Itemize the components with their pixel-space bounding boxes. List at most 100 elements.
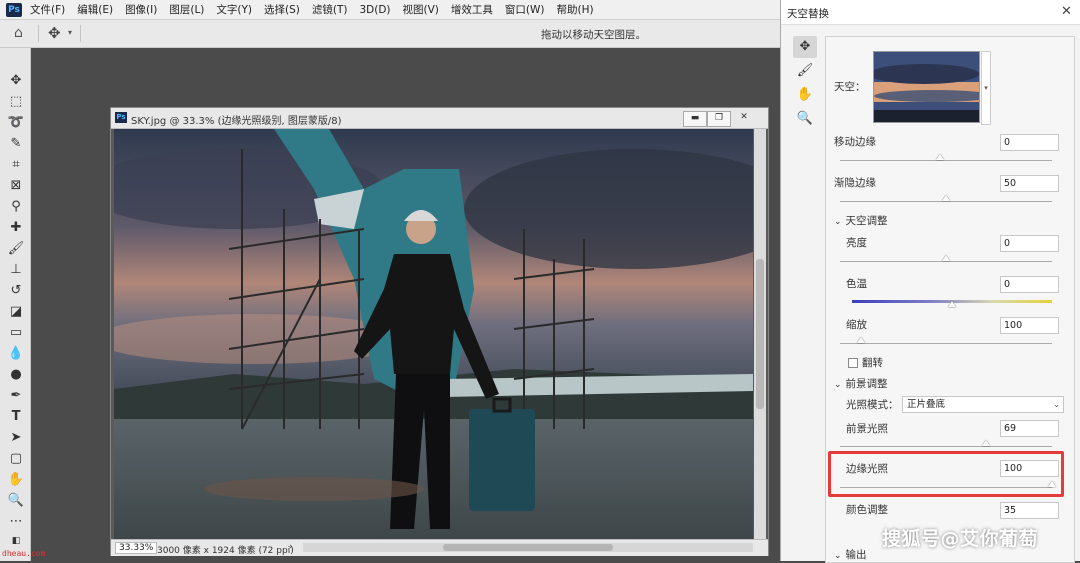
color-adjust-input[interactable]: 35 [1000, 502, 1059, 519]
pen-tool-icon[interactable]: ✒ [6, 387, 26, 405]
vertical-scrollbar[interactable] [754, 129, 766, 539]
foreground-lighting-input[interactable]: 69 [1000, 420, 1059, 437]
chevron-down-icon[interactable]: ⌄ [834, 217, 842, 227]
fade-edge-slider[interactable] [840, 195, 1052, 202]
zoom-tool-icon[interactable]: 🔍 [793, 108, 817, 130]
temperature-input[interactable]: 0 [1000, 276, 1059, 293]
slider-knob[interactable] [948, 301, 956, 307]
chevron-right-icon[interactable]: › [289, 542, 293, 552]
chevron-down-icon[interactable]: ⌄ [834, 551, 842, 561]
hand-tool-icon[interactable]: ✋ [6, 471, 26, 489]
section-label: 天空调整 [845, 215, 888, 227]
slider-knob[interactable] [942, 255, 950, 261]
eraser-tool-icon[interactable]: ◪ [6, 303, 26, 321]
slider-knob[interactable] [942, 195, 950, 201]
menu-window[interactable]: 窗口(W) [505, 2, 545, 17]
eyedropper-tool-icon[interactable]: ⚲ [6, 198, 26, 216]
healing-tool-icon[interactable]: ✚ [6, 219, 26, 237]
suitcase [469, 409, 535, 511]
marquee-tool-icon[interactable]: ⬚ [6, 93, 26, 111]
close-icon[interactable]: ✕ [1061, 4, 1072, 19]
scale-input[interactable]: 100 [1000, 317, 1059, 334]
leaves [204, 477, 424, 501]
document-title: SKY.jpg @ 33.3% (边缘光照级别, 图层蒙版/8) [131, 116, 342, 127]
crop-tool-icon[interactable]: ⌗ [6, 156, 26, 174]
close-button[interactable]: ✕ [733, 111, 755, 125]
shape-tool-icon[interactable]: ▢ [6, 450, 26, 468]
path-select-icon[interactable]: ➤ [6, 429, 26, 447]
slider-knob[interactable] [935, 154, 944, 160]
zoom-level-field[interactable]: 33.33% [115, 542, 158, 554]
brightness-slider[interactable] [840, 255, 1052, 262]
document-status-bar: 33.33% 3000 像素 x 1924 像素 (72 ppi) › [111, 539, 768, 556]
sky-brush-tool-icon[interactable]: 🖌 [793, 60, 817, 82]
sky-preset-thumbnail[interactable] [873, 51, 980, 123]
menu-type[interactable]: 文字(Y) [216, 2, 252, 17]
more-tools-icon[interactable]: ⋯ [6, 513, 26, 531]
color-swatches-icon[interactable]: ◧ [6, 532, 26, 550]
shift-edge-input[interactable]: 0 [1000, 134, 1059, 151]
document-title-bar[interactable]: Ps SKY.jpg @ 33.3% (边缘光照级别, 图层蒙版/8) ▬ ❐ … [111, 108, 768, 129]
menu-view[interactable]: 视图(V) [403, 2, 439, 17]
chevron-down-icon[interactable]: ⌄ [834, 380, 842, 390]
menu-select[interactable]: 选择(S) [264, 2, 300, 17]
shift-edge-slider[interactable] [840, 154, 1052, 161]
zoom-tool-icon[interactable]: 🔍 [6, 492, 26, 510]
scale-slider[interactable] [840, 337, 1052, 344]
menu-filter[interactable]: 滤镜(T) [312, 2, 348, 17]
foreground-adjust-section[interactable]: ⌄ 前景调整 [834, 376, 888, 391]
menu-3d[interactable]: 3D(D) [359, 4, 390, 16]
menu-layer[interactable]: 图层(L) [169, 2, 204, 17]
menu-help[interactable]: 帮助(H) [557, 2, 594, 17]
home-icon[interactable]: ⌂ [14, 26, 30, 40]
fade-edge-input[interactable]: 50 [1000, 175, 1059, 192]
flip-checkbox[interactable] [848, 358, 858, 368]
temperature-slider[interactable] [852, 300, 1052, 307]
scroll-thumb[interactable] [443, 544, 613, 551]
tool-hint: 拖动以移动天空图层。 [541, 29, 646, 41]
horizontal-scrollbar[interactable] [303, 543, 753, 552]
watermark-small: dheau.com [2, 549, 46, 558]
image-canvas[interactable] [114, 129, 753, 539]
lighting-mode-select[interactable]: 正片叠底 ⌄ [902, 396, 1064, 413]
sky-adjust-section[interactable]: ⌄ 天空调整 [834, 213, 888, 228]
sky-label: 天空： [834, 81, 866, 93]
photo-scene [114, 129, 753, 539]
sky-dropdown-chevron-icon[interactable]: ▾ [981, 51, 991, 125]
brightness-input[interactable]: 0 [1000, 235, 1059, 252]
frame-tool-icon[interactable]: ⊠ [6, 177, 26, 195]
menu-plugins[interactable]: 增效工具 [451, 2, 493, 17]
stamp-tool-icon[interactable]: ⊥ [6, 261, 26, 279]
history-brush-icon[interactable]: ↺ [6, 282, 26, 300]
brightness-label: 亮度 [846, 237, 867, 249]
document-dimensions: 3000 像素 x 1924 像素 (72 ppi) [157, 546, 294, 556]
lasso-tool-icon[interactable]: ➰ [6, 114, 26, 132]
chevron-down-icon[interactable]: ▾ [68, 28, 72, 37]
menu-edit[interactable]: 编辑(E) [77, 2, 113, 17]
slider-knob[interactable] [857, 337, 866, 343]
dialog-title-bar: 天空替换 ✕ [781, 0, 1080, 25]
photoshop-logo-icon: Ps [115, 112, 127, 123]
move-tool-icon[interactable]: ✥ [6, 72, 26, 90]
section-label: 前景调整 [845, 378, 888, 390]
quick-select-tool-icon[interactable]: ✎ [6, 135, 26, 153]
blur-tool-icon[interactable]: 💧 [6, 345, 26, 363]
tool-bar: ✥ ⬚ ➰ ✎ ⌗ ⊠ ⚲ ✚ 🖌 ⊥ ↺ ◪ ▭ 💧 ● ✒ T ➤ ▢ ✋ … [0, 48, 31, 561]
slider-knob[interactable] [982, 440, 991, 446]
flip-label: 翻转 [862, 357, 883, 369]
type-tool-icon[interactable]: T [6, 408, 26, 426]
restore-button[interactable]: ❐ [707, 111, 731, 127]
scroll-thumb[interactable] [756, 259, 764, 409]
move-tool-icon[interactable]: ✥ [48, 24, 61, 42]
menu-file[interactable]: 文件(F) [30, 2, 65, 17]
hand-tool-icon[interactable]: ✋ [793, 84, 817, 106]
gradient-tool-icon[interactable]: ▭ [6, 324, 26, 342]
sky-move-tool-icon[interactable]: ✥ [793, 36, 817, 58]
brush-tool-icon[interactable]: 🖌 [6, 240, 26, 258]
lighting-mode-label: 光照模式： [846, 399, 899, 411]
minimize-button[interactable]: ▬ [683, 111, 707, 127]
menu-image[interactable]: 图像(I) [125, 2, 157, 17]
output-section[interactable]: ⌄ 输出 [834, 547, 867, 562]
dodge-tool-icon[interactable]: ● [6, 366, 26, 384]
foreground-lighting-slider[interactable] [840, 440, 1052, 447]
